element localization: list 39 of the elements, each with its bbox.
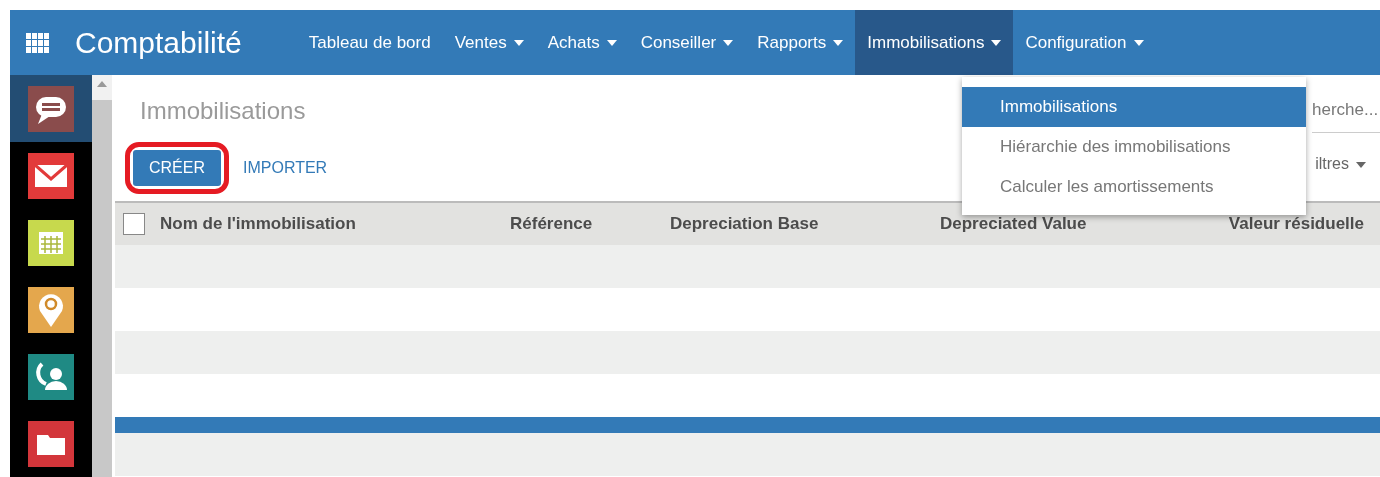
column-header[interactable]: Nom de l'immobilisation bbox=[160, 211, 510, 237]
caret-icon bbox=[513, 39, 524, 46]
column-header[interactable]: Depreciated Value bbox=[940, 211, 1180, 237]
menu-item[interactable]: Conseiller bbox=[628, 10, 746, 75]
menu-item[interactable]: Ventes bbox=[442, 10, 536, 75]
create-button[interactable]: CRÉER bbox=[133, 150, 221, 186]
menu-item[interactable]: Tableau de bord bbox=[296, 10, 443, 75]
caret-icon bbox=[991, 39, 1002, 46]
phone-icon bbox=[28, 353, 74, 400]
page-title: Immobilisations bbox=[140, 97, 306, 124]
menu-item[interactable]: Configuration bbox=[1013, 10, 1156, 75]
scroll-up-icon[interactable] bbox=[97, 81, 107, 87]
search-field[interactable]: herche... bbox=[1312, 97, 1380, 133]
chat-icon bbox=[28, 85, 74, 132]
sidebar-item[interactable] bbox=[10, 75, 92, 142]
app-title: Comptabilité bbox=[75, 25, 242, 61]
scrollbar[interactable] bbox=[92, 75, 115, 477]
import-button[interactable]: IMPORTER bbox=[237, 150, 334, 186]
caret-icon bbox=[606, 39, 617, 46]
pin-icon bbox=[28, 286, 74, 333]
apps-grid-icon[interactable] bbox=[26, 32, 50, 53]
menu-item[interactable]: Achats bbox=[535, 10, 629, 75]
dropdown-item[interactable]: Calculer les amortissements bbox=[962, 167, 1306, 207]
select-all-checkbox[interactable] bbox=[123, 213, 145, 235]
dropdown-item[interactable]: Immobilisations bbox=[962, 87, 1306, 127]
caret-icon bbox=[1133, 39, 1144, 46]
folder-icon bbox=[28, 420, 74, 467]
mail-icon bbox=[28, 152, 74, 199]
caret-icon bbox=[1356, 161, 1366, 168]
menu-item[interactable]: Rapports bbox=[745, 10, 856, 75]
menu-item[interactable]: Immobilisations bbox=[855, 10, 1014, 75]
column-header[interactable]: Depreciation Base bbox=[670, 211, 940, 237]
caret-icon bbox=[723, 39, 734, 46]
column-header[interactable]: Référence bbox=[510, 211, 670, 237]
calendar-icon bbox=[28, 219, 74, 266]
caret-icon bbox=[833, 39, 844, 46]
dropdown-item[interactable]: Hiérarchie des immobilisations bbox=[962, 127, 1306, 167]
column-header[interactable]: Valeur résiduelle bbox=[1228, 211, 1380, 237]
filters-button[interactable]: iltres bbox=[1315, 152, 1366, 176]
